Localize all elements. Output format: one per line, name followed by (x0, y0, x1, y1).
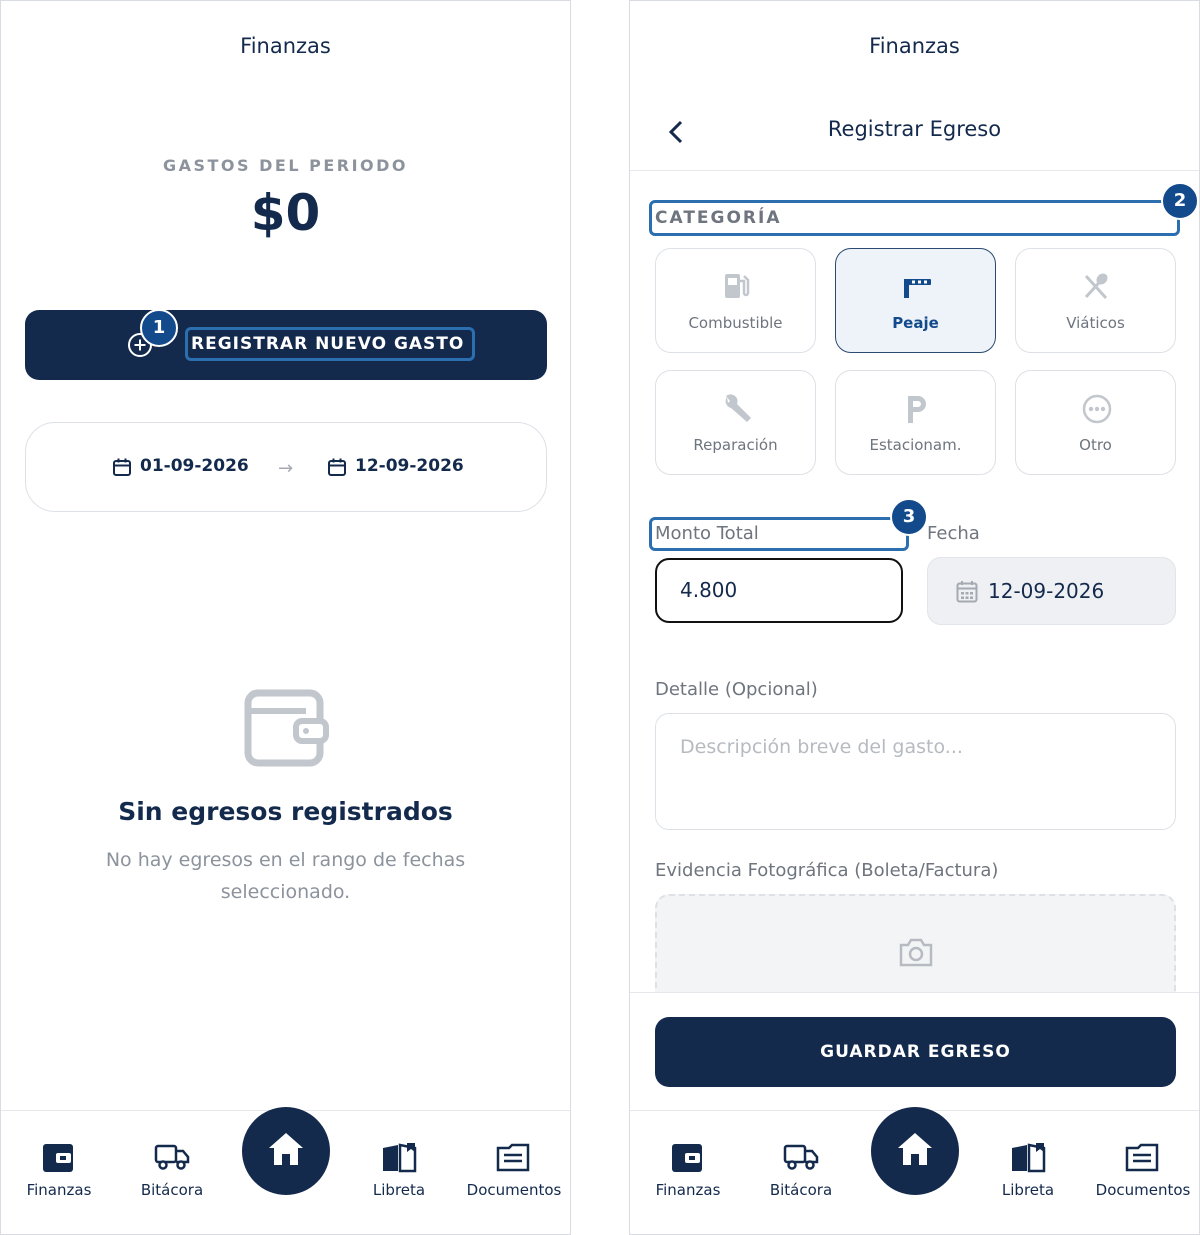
nav-item-bitacora[interactable]: Bitácora (759, 1111, 843, 1234)
nav-item-libreta[interactable]: Libreta (357, 1111, 441, 1234)
home-button[interactable] (242, 1107, 330, 1195)
register-new-expense-label: REGISTRAR NUEVO GASTO (185, 327, 475, 361)
nav-label: Documentos (466, 1181, 562, 1199)
calendar-icon (328, 458, 346, 476)
nav-item-libreta[interactable]: Libreta (986, 1111, 1070, 1234)
registrar-egreso-screen: Finanzas Registrar Egreso CATEGORÍA 2 Co… (629, 0, 1200, 1235)
category-label: CATEGORÍA (649, 200, 1180, 236)
nav-item-finanzas[interactable]: Finanzas (17, 1111, 101, 1234)
category-otro[interactable]: Otro (1015, 370, 1176, 475)
book-icon (1012, 1143, 1046, 1173)
date-from-value: 01-09-2026 (140, 456, 249, 476)
category-label-text: Estacionam. (869, 436, 962, 454)
date-label: Fecha (927, 523, 980, 544)
wrench-icon (725, 394, 751, 422)
truck-icon (154, 1144, 190, 1170)
screen-title: Finanzas (869, 34, 960, 58)
empty-state-title: Sin egresos registrados (118, 797, 453, 826)
amount-input[interactable]: 4.800 (655, 558, 903, 623)
wallet-icon (244, 689, 329, 767)
register-new-expense-button[interactable]: REGISTRAR NUEVO GASTO (25, 310, 547, 380)
bottom-navigation: Finanzas Bitácora Libreta Documentos (1, 1107, 570, 1234)
period-amount: $0 (250, 184, 321, 242)
document-icon (1125, 1143, 1159, 1172)
category-label-text: Peaje (892, 314, 939, 332)
home-icon (898, 1133, 932, 1165)
calendar-icon (956, 581, 978, 603)
nav-label: Bitácora (769, 1181, 833, 1199)
parking-icon (908, 396, 926, 423)
empty-state-description: No hay egresos en el rango de fechas sel… (105, 849, 466, 903)
screen-title: Finanzas (240, 34, 331, 58)
fork-knife-icon (1084, 273, 1108, 300)
amount-label: Monto Total (649, 517, 909, 551)
nav-item-bitacora[interactable]: Bitácora (130, 1111, 214, 1234)
ellipsis-circle-icon (1082, 394, 1112, 424)
category-label-text: Otro (1079, 436, 1112, 454)
annotation-badge: 1 (140, 309, 178, 347)
detail-textarea[interactable]: Descripción breve del gasto... (655, 713, 1176, 830)
fuel-pump-icon (725, 274, 750, 298)
document-icon (496, 1143, 530, 1172)
category-combustible[interactable]: Combustible (655, 248, 816, 353)
nav-label: Finanzas (26, 1181, 92, 1199)
date-range-selector: 01-09-2026 → 12-09-2026 (25, 422, 547, 512)
category-label-text: Reparación (693, 436, 778, 454)
arrow-right-icon: → (278, 458, 294, 479)
truck-icon (783, 1144, 819, 1170)
period-label: GASTOS DEL PERIODO (162, 156, 409, 175)
bottom-navigation: Finanzas Bitácora Libreta Documentos (630, 1107, 1199, 1234)
detail-label: Detalle (Opcional) (655, 679, 818, 700)
header-divider (630, 170, 1199, 171)
nav-label: Bitácora (140, 1181, 204, 1199)
category-estacionamiento[interactable]: Estacionam. (835, 370, 996, 475)
category-label-text: Viáticos (1066, 314, 1125, 332)
nav-item-documentos[interactable]: Documentos (1092, 1111, 1194, 1234)
category-viaticos[interactable]: Viáticos (1015, 248, 1176, 353)
date-to-value: 12-09-2026 (355, 456, 464, 476)
nav-label: Finanzas (655, 1181, 721, 1199)
nav-item-finanzas[interactable]: Finanzas (646, 1111, 730, 1234)
evidence-label: Evidencia Fotográfica (Boleta/Factura) (655, 860, 999, 881)
wallet-icon (672, 1144, 702, 1172)
toll-barrier-icon (904, 279, 931, 298)
category-reparacion[interactable]: Reparación (655, 370, 816, 475)
nav-item-documentos[interactable]: Documentos (463, 1111, 565, 1234)
date-field[interactable]: 12-09-2026 (927, 557, 1176, 625)
wallet-icon (43, 1144, 73, 1172)
finanzas-screen: Finanzas GASTOS DEL PERIODO $0 REGISTRAR… (0, 0, 571, 1235)
nav-label: Documentos (1095, 1181, 1191, 1199)
home-icon (269, 1133, 303, 1165)
save-expense-button[interactable]: GUARDAR EGRESO (655, 1017, 1176, 1087)
page-title: Registrar Egreso (827, 117, 1002, 141)
book-icon (383, 1143, 417, 1173)
annotation-badge: 3 (890, 498, 928, 536)
annotation-badge: 2 (1161, 182, 1199, 220)
nav-label: Libreta (1001, 1181, 1055, 1199)
nav-label: Libreta (372, 1181, 426, 1199)
home-button[interactable] (871, 1107, 959, 1195)
calendar-icon (113, 458, 131, 476)
camera-icon (899, 938, 933, 967)
date-value: 12-09-2026 (988, 579, 1105, 603)
category-label-text: Combustible (688, 314, 783, 332)
category-peaje[interactable]: Peaje (835, 248, 996, 353)
